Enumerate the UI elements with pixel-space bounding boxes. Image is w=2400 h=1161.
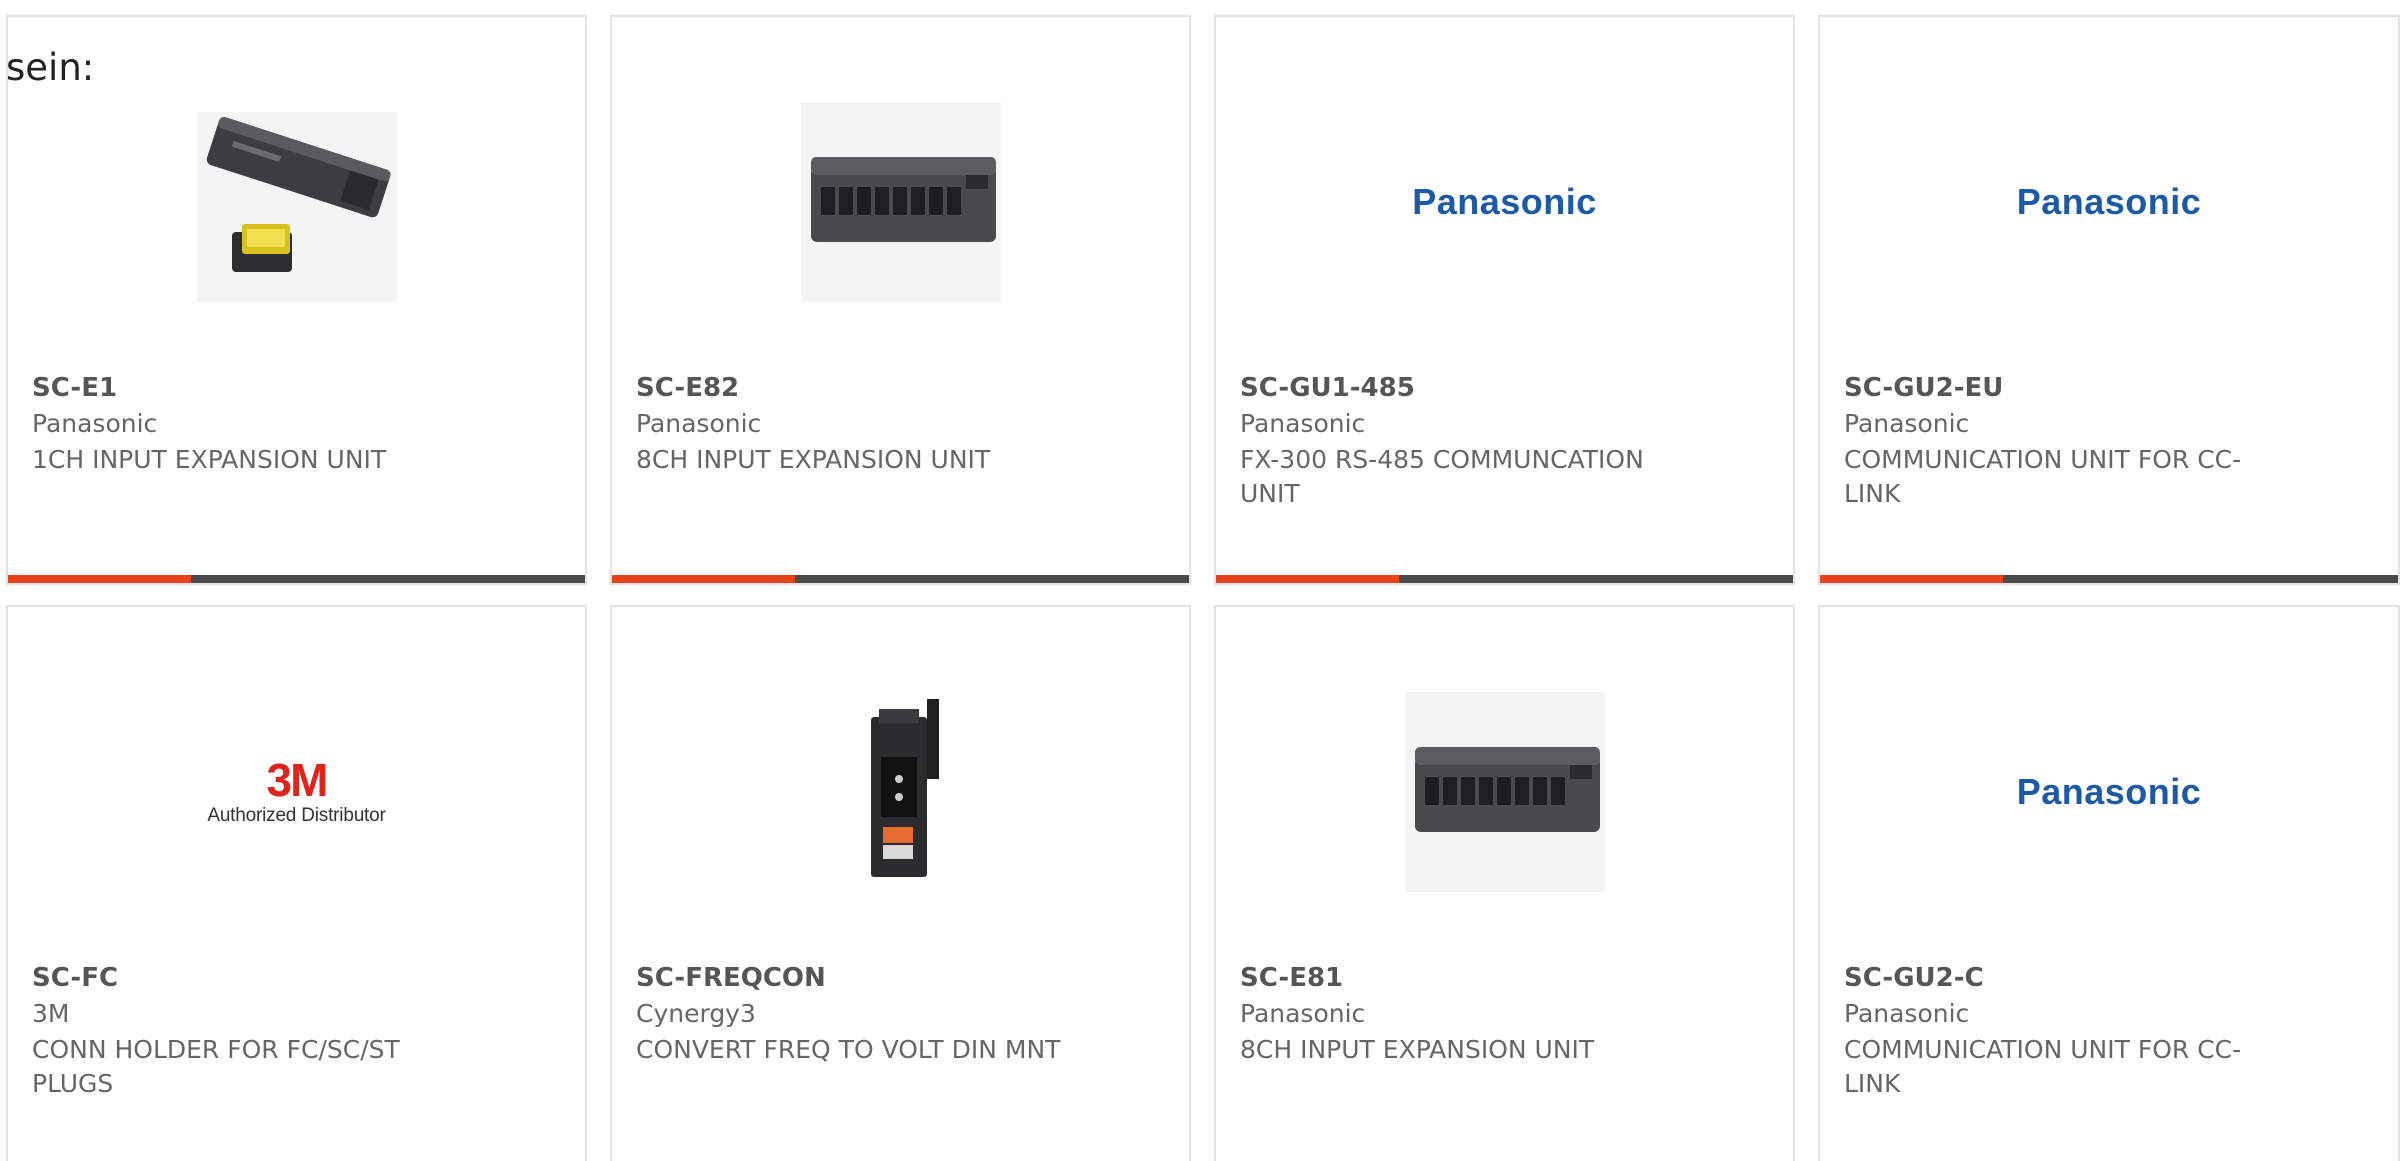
- card-hover-bar-accent: [1216, 575, 1399, 583]
- product-description: 1CH INPUT EXPANSION UNIT: [32, 445, 387, 474]
- product-image[interactable]: 3M Authorized Distributor: [8, 687, 585, 897]
- card-hover-bar: [8, 575, 585, 583]
- manufacturer: Cynergy3: [636, 999, 756, 1028]
- part-number[interactable]: SC-GU2-EU: [1844, 373, 2003, 403]
- product-description: CONVERT FREQ TO VOLT DIN MNT: [636, 1035, 1061, 1064]
- part-number[interactable]: SC-GU2-C: [1844, 963, 1984, 993]
- product-card[interactable]: Panasonic SC-GU2-C Panasonic COMMUNICATI…: [1818, 605, 2400, 1161]
- expansion-unit-photo: [800, 102, 1001, 302]
- manufacturer: Panasonic: [636, 409, 762, 438]
- manufacturer: Panasonic: [1240, 999, 1366, 1028]
- product-image[interactable]: Panasonic: [1216, 97, 1793, 307]
- manufacturer: Panasonic: [1844, 409, 1970, 438]
- product-image[interactable]: Panasonic: [1820, 687, 2398, 897]
- product-description: 8CH INPUT EXPANSION UNIT: [1240, 1035, 1595, 1064]
- product-image[interactable]: [612, 97, 1189, 307]
- product-image[interactable]: Panasonic: [1820, 97, 2398, 307]
- card-hover-bar: [1820, 575, 2398, 583]
- manufacturer: 3M: [32, 999, 70, 1028]
- part-number[interactable]: SC-GU1-485: [1240, 373, 1415, 403]
- part-number[interactable]: SC-E1: [32, 373, 117, 403]
- product-card[interactable]: 3M Authorized Distributor SC-FC 3M CONN …: [6, 605, 587, 1161]
- part-number[interactable]: SC-FREQCON: [636, 963, 826, 993]
- 3m-logo-mark: 3M: [266, 754, 329, 806]
- card-hover-bar-accent: [8, 575, 191, 583]
- card-hover-bar-accent: [612, 575, 795, 583]
- product-description: COMMUNICATION UNIT FOR CC-LINK: [1844, 1035, 2242, 1098]
- expansion-unit-photo: [1404, 692, 1605, 892]
- panasonic-logo: Panasonic: [2016, 181, 2202, 222]
- fiber-amplifier-photo: [196, 112, 397, 302]
- card-hover-bar: [612, 575, 1189, 583]
- manufacturer: Panasonic: [1240, 409, 1366, 438]
- din-rail-module-photo: [840, 687, 961, 897]
- part-number[interactable]: SC-E82: [636, 373, 739, 403]
- product-card[interactable]: SC-FREQCON Cynergy3 CONVERT FREQ TO VOLT…: [610, 605, 1191, 1161]
- card-hover-bar: [1216, 575, 1793, 583]
- product-image[interactable]: [1216, 687, 1793, 897]
- 3m-logo: 3M Authorized Distributor: [207, 757, 385, 827]
- product-description: FX-300 RS-485 COMMUNCATION UNIT: [1240, 445, 1644, 508]
- product-image[interactable]: [612, 687, 1189, 897]
- panasonic-logo: Panasonic: [2016, 771, 2202, 812]
- product-description: 8CH INPUT EXPANSION UNIT: [636, 445, 991, 474]
- product-description: COMMUNICATION UNIT FOR CC-LINK: [1844, 445, 2242, 508]
- product-card[interactable]: SC-E82 Panasonic 8CH INPUT EXPANSION UNI…: [610, 15, 1191, 585]
- product-card[interactable]: SC-E1 Panasonic 1CH INPUT EXPANSION UNIT: [6, 15, 587, 585]
- 3m-logo-subtext: Authorized Distributor: [207, 805, 386, 826]
- product-image[interactable]: [8, 97, 585, 307]
- panasonic-logo: Panasonic: [1412, 181, 1597, 222]
- product-grid-page: sein: SC-E1 Panasonic 1CH INPUT EXPANSIO…: [0, 0, 2400, 1161]
- card-hover-bar-accent: [1820, 575, 2003, 583]
- intro-text: sein:: [6, 46, 95, 89]
- product-description: CONN HOLDER FOR FC/SC/ST PLUGS: [32, 1035, 400, 1098]
- part-number[interactable]: SC-FC: [32, 963, 118, 993]
- manufacturer: Panasonic: [32, 409, 158, 438]
- manufacturer: Panasonic: [1844, 999, 1970, 1028]
- product-card[interactable]: SC-E81 Panasonic 8CH INPUT EXPANSION UNI…: [1214, 605, 1795, 1161]
- part-number[interactable]: SC-E81: [1240, 963, 1343, 993]
- product-card[interactable]: Panasonic SC-GU2-EU Panasonic COMMUNICAT…: [1818, 15, 2400, 585]
- product-card[interactable]: Panasonic SC-GU1-485 Panasonic FX-300 RS…: [1214, 15, 1795, 585]
